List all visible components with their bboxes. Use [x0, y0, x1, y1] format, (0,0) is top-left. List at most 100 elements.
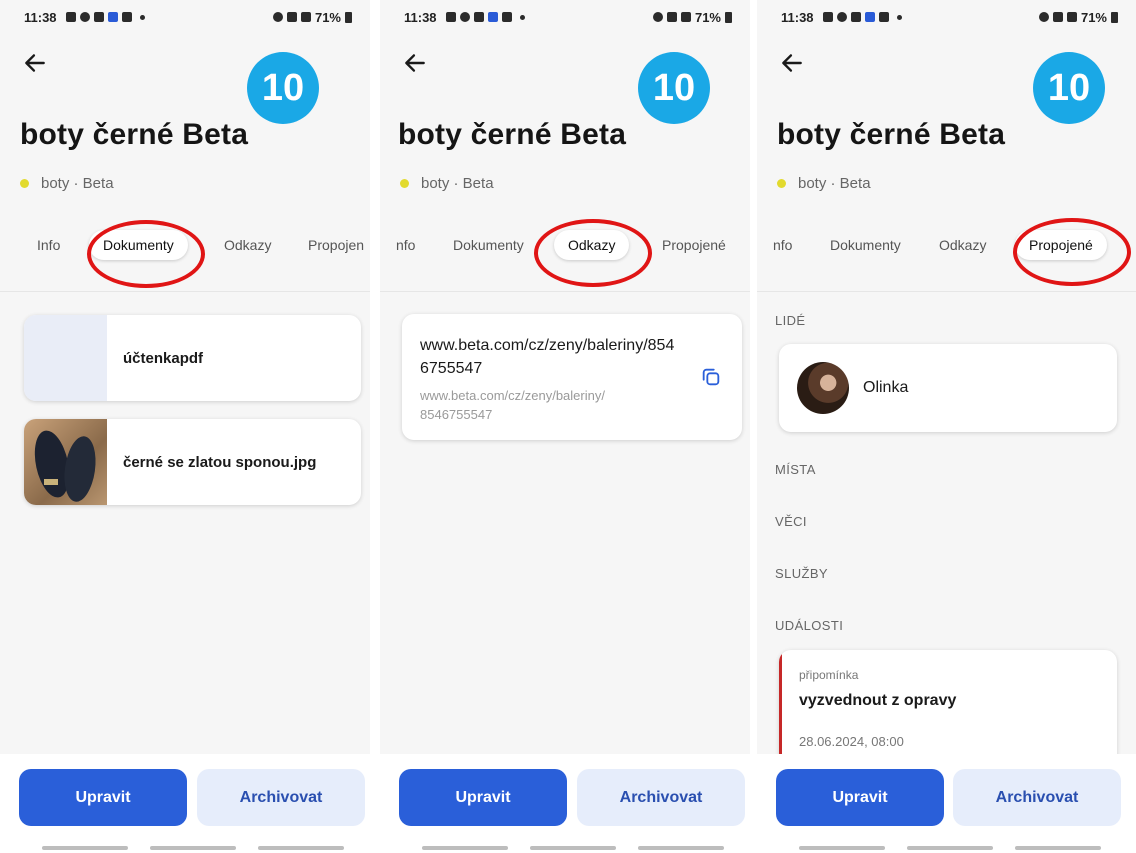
alarm-icon [1038, 12, 1049, 22]
alarm-icon [272, 12, 283, 22]
section-events: UDÁLOSTI [775, 618, 844, 633]
section-people: LIDÉ [775, 313, 806, 328]
signal-icon [1066, 12, 1077, 22]
link-url-line: www.beta.com/cz/zeny/baleriny/ [420, 388, 605, 403]
gesture-nav [422, 846, 724, 850]
wifi-icon [1052, 12, 1063, 22]
screen-linked: 11:38 71% 10 boty černé Beta boty · Beta [757, 0, 1136, 853]
action-bar: Upravit Archivovat [0, 754, 370, 853]
nav-line [530, 846, 616, 850]
nav-line [150, 846, 236, 850]
page-title: boty černé Beta [398, 118, 627, 151]
step-badge: 10 [1033, 52, 1105, 124]
person-item[interactable]: Olinka [779, 344, 1117, 432]
shoe-photo-thumbnail [24, 419, 107, 505]
event-date: 28.06.2024, 08:00 [799, 734, 904, 749]
message-icon [65, 12, 76, 22]
timer-icon [836, 12, 847, 22]
document-name: účtenkapdf [123, 349, 204, 367]
gesture-nav [42, 846, 344, 850]
tab-bar: nfo Dokumenty Odkazy Propojené [380, 222, 750, 268]
nav-line [638, 846, 724, 850]
status-time: 11:38 [404, 9, 437, 25]
back-arrow-icon[interactable] [779, 50, 805, 76]
divider [0, 291, 370, 292]
avatar [797, 362, 849, 414]
message-icon [822, 12, 833, 22]
screen-documents: 11:38 71% 10 boty černé Beta boty · Beta [0, 0, 370, 853]
edit-button[interactable]: Upravit [399, 769, 567, 826]
person-name: Olinka [863, 379, 909, 396]
category-dot-icon [777, 179, 786, 188]
divider [757, 291, 1136, 292]
tab-linked[interactable]: Propojen [308, 230, 364, 260]
edit-button[interactable]: Upravit [19, 769, 187, 826]
app-icon [487, 12, 498, 22]
tab-documents[interactable]: Dokumenty [89, 230, 188, 260]
archive-button[interactable]: Archivovat [577, 769, 745, 826]
wifi-icon [666, 12, 677, 22]
subtitle-text: boty · Beta [41, 175, 114, 192]
tab-links[interactable]: Odkazy [224, 230, 271, 260]
item-subtitle: boty · Beta [20, 175, 114, 192]
tab-documents[interactable]: Dokumenty [830, 230, 901, 260]
tab-links[interactable]: Odkazy [939, 230, 986, 260]
edit-button[interactable]: Upravit [776, 769, 944, 826]
alarm-icon [652, 12, 663, 22]
item-subtitle: boty · Beta [400, 175, 494, 192]
nav-line [907, 846, 993, 850]
card-icon [878, 12, 889, 22]
tab-links[interactable]: Odkazy [554, 230, 630, 260]
category-dot-icon [400, 179, 409, 188]
tab-linked[interactable]: Propojené [662, 230, 726, 260]
action-bar: Upravit Archivovat [757, 754, 1136, 853]
section-services: SLUŽBY [775, 566, 828, 581]
document-item[interactable]: účtenkapdf [24, 315, 361, 401]
item-subtitle: boty · Beta [777, 175, 871, 192]
battery-percent: 71% [1080, 9, 1107, 25]
section-things: VĚCI [775, 514, 807, 529]
app-icon [107, 12, 118, 22]
message-icon [445, 12, 456, 22]
archive-button[interactable]: Archivovat [953, 769, 1121, 826]
divider [380, 291, 750, 292]
status-bar: 11:38 71% [0, 6, 370, 28]
tab-info[interactable]: nfo [773, 230, 792, 260]
battery-icon [345, 11, 352, 23]
timer-icon [79, 12, 90, 22]
tab-info[interactable]: nfo [396, 230, 415, 260]
more-dot-icon [139, 14, 145, 20]
section-places: MÍSTA [775, 462, 816, 477]
walk-icon [93, 12, 104, 22]
battery-percent: 71% [314, 9, 341, 25]
back-arrow-icon[interactable] [22, 50, 48, 76]
back-arrow-icon[interactable] [402, 50, 428, 76]
copy-icon[interactable] [700, 366, 722, 388]
gesture-nav [799, 846, 1101, 850]
signal-icon [680, 12, 691, 22]
link-item[interactable]: www.beta.com/cz/zeny/baleriny/8546755547… [402, 314, 742, 440]
wifi-icon [286, 12, 297, 22]
link-url-secondary: www.beta.com/cz/zeny/baleriny/ 854675554… [420, 386, 650, 424]
document-item[interactable]: černé se zlatou sponou.jpg [24, 419, 361, 505]
nav-line [422, 846, 508, 850]
tab-documents[interactable]: Dokumenty [453, 230, 524, 260]
timer-icon [459, 12, 470, 22]
status-bar: 11:38 71% [757, 6, 1136, 28]
link-url[interactable]: www.beta.com/cz/zeny/baleriny/8546755547 [420, 334, 680, 380]
nav-line [42, 846, 128, 850]
category-dot-icon [20, 179, 29, 188]
battery-icon [1111, 11, 1118, 23]
battery-percent: 71% [694, 9, 721, 25]
walk-icon [473, 12, 484, 22]
screen-links: 11:38 71% 10 boty černé Beta boty · Beta [380, 0, 750, 853]
status-bar: 11:38 71% [380, 6, 750, 28]
archive-button[interactable]: Archivovat [197, 769, 365, 826]
nav-line [1015, 846, 1101, 850]
step-badge: 10 [638, 52, 710, 124]
battery-icon [725, 11, 732, 23]
tab-linked[interactable]: Propojené [1015, 230, 1107, 260]
tab-info[interactable]: Info [37, 230, 60, 260]
app-icon [864, 12, 875, 22]
signal-icon [300, 12, 311, 22]
